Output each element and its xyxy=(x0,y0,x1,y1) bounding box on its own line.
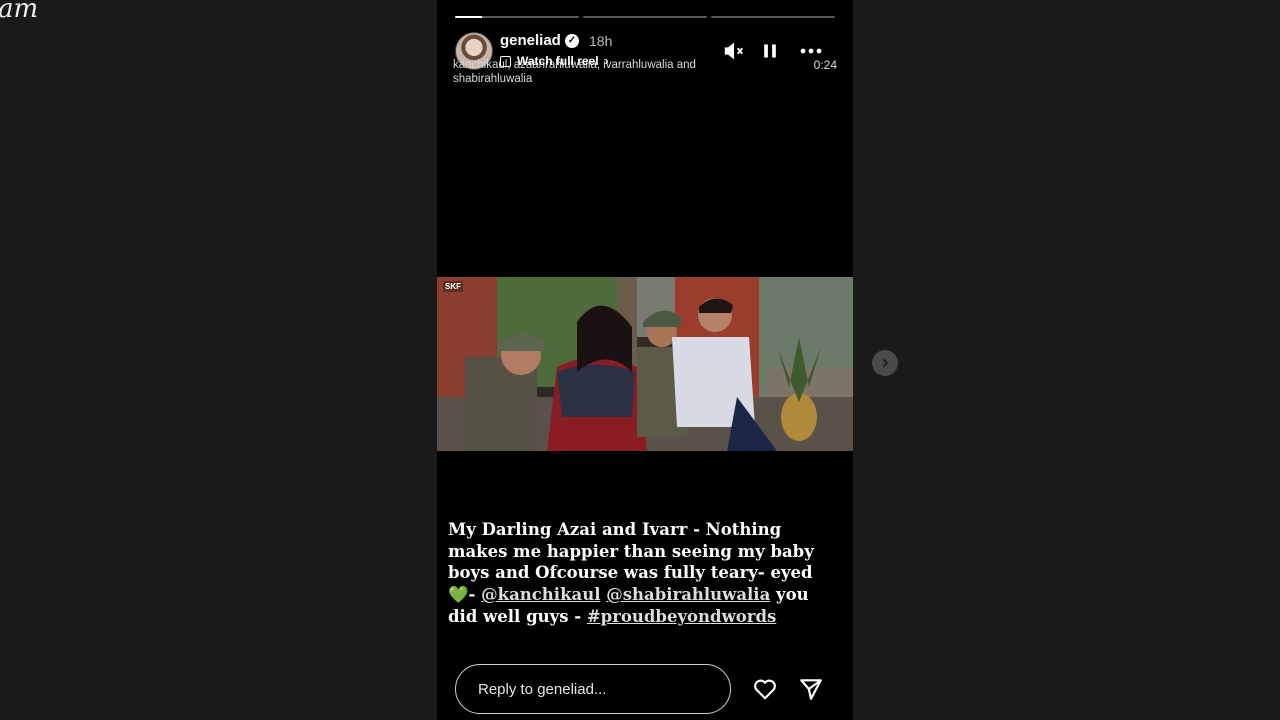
send-icon xyxy=(800,679,822,700)
muted-speaker-icon xyxy=(724,42,743,60)
verified-badge-icon: ✓ xyxy=(565,34,579,48)
progress-segment xyxy=(711,16,835,18)
video-frame[interactable]: SKF xyxy=(437,277,853,451)
share-button[interactable] xyxy=(797,675,825,703)
heart-icon xyxy=(754,679,776,700)
chevron-right-icon xyxy=(882,358,889,368)
instagram-logo[interactable]: am xyxy=(0,0,38,24)
story-caption: My Darling Azai and Ivarr - Nothing make… xyxy=(448,519,828,628)
chevron-right-icon: › xyxy=(604,54,609,68)
progress-segment xyxy=(455,16,579,18)
video-duration: 0:24 xyxy=(813,58,837,72)
story-viewer: geneliad ✓ 18h kanchikaul, azaanrahluwal… xyxy=(437,0,853,720)
progress-segment xyxy=(583,16,707,18)
reply-input[interactable] xyxy=(456,665,730,713)
watch-full-reel-link[interactable]: Watch full reel › xyxy=(500,54,609,68)
username[interactable]: geneliad xyxy=(500,32,561,49)
video-watermark: SKF xyxy=(443,281,463,292)
pause-button[interactable] xyxy=(757,38,783,64)
mention-kanchikaul[interactable]: @kanchikaul xyxy=(481,585,600,604)
mute-button[interactable] xyxy=(721,38,747,64)
watch-full-reel-label: Watch full reel xyxy=(517,54,599,68)
mention-shabirahluwalia[interactable]: @shabirahluwalia xyxy=(606,585,770,604)
hashtag-proudbeyondwords[interactable]: #proudbeyondwords xyxy=(587,607,776,626)
reply-field[interactable] xyxy=(455,664,731,714)
reel-icon xyxy=(500,55,511,67)
post-time: 18h xyxy=(589,33,613,49)
progress-fill xyxy=(455,16,483,18)
next-story-button[interactable] xyxy=(872,350,898,376)
like-button[interactable] xyxy=(751,675,779,703)
video-still xyxy=(437,277,853,451)
pause-icon xyxy=(764,44,776,58)
story-progress-bar xyxy=(455,16,835,18)
